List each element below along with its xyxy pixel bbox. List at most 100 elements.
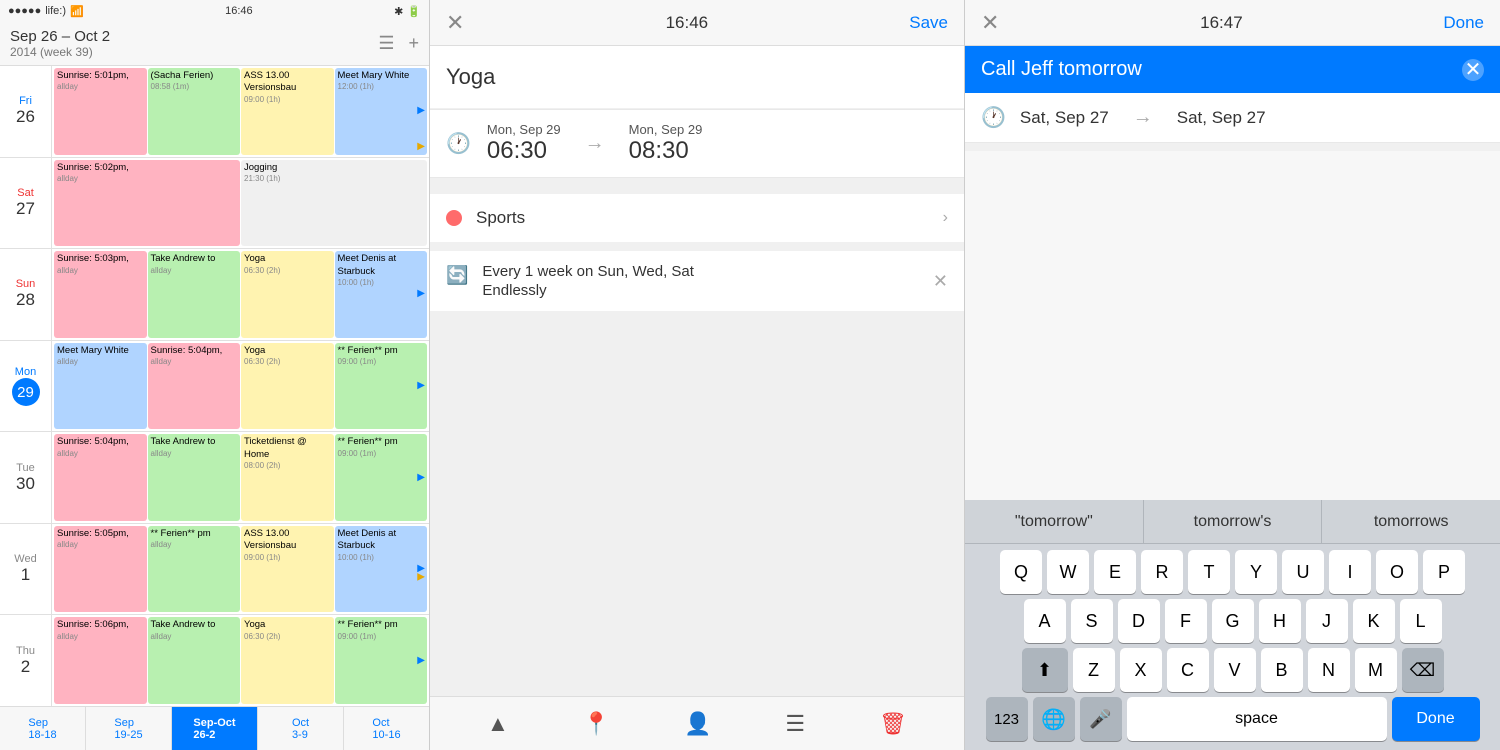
key-m[interactable]: M — [1355, 648, 1397, 692]
event-ferien2-wed[interactable]: ** Ferien** pmallday — [148, 526, 241, 613]
event-mary-mon[interactable]: Meet Mary Whiteallday — [54, 343, 147, 430]
key-l[interactable]: L — [1400, 599, 1442, 643]
close-button[interactable]: ✕ — [446, 10, 464, 36]
day-of-week: Fri — [19, 95, 32, 107]
note-close-button[interactable]: ✕ — [981, 10, 999, 36]
key-z[interactable]: Z — [1073, 648, 1115, 692]
end-time-item[interactable]: Mon, Sep 29 08:30 — [629, 122, 703, 165]
clear-input-button[interactable]: ✕ — [1462, 59, 1484, 81]
footer-week1[interactable]: Sep18-18 — [0, 707, 86, 750]
add-event-icon[interactable]: + — [408, 33, 419, 54]
key-c[interactable]: C — [1167, 648, 1209, 692]
done-key[interactable]: Done — [1392, 697, 1480, 741]
key-e[interactable]: E — [1094, 550, 1136, 594]
event-yoga-mon[interactable]: Yoga06:30 (2h) — [241, 343, 334, 430]
event-sunrise-wed[interactable]: Sunrise: 5:05pm,allday — [54, 526, 147, 613]
key-h[interactable]: H — [1259, 599, 1301, 643]
key-t[interactable]: T — [1188, 550, 1230, 594]
event-ticket-tue[interactable]: Ticketdienst @ Home08:00 (2h) — [241, 434, 334, 521]
event-yoga-sun[interactable]: Yoga06:30 (2h) — [241, 251, 334, 338]
event-sacha-fri[interactable]: (Sacha Ferien)08:58 (1m) — [148, 68, 241, 155]
key-s[interactable]: S — [1071, 599, 1113, 643]
alarm-icon[interactable]: ▲ — [487, 711, 509, 737]
footer-week3[interactable]: Sep-Oct26-2 — [172, 707, 258, 750]
event-sunrise-mon[interactable]: Sunrise: 5:04pm,allday — [148, 343, 241, 430]
key-b[interactable]: B — [1261, 648, 1303, 692]
event-sunrise-sat[interactable]: Sunrise: 5:02pm,allday — [54, 160, 240, 247]
note-start-item[interactable]: Sat, Sep 27 — [1020, 108, 1109, 128]
mic-key[interactable]: 🎤 — [1080, 697, 1122, 741]
event-ferien-mon[interactable]: ** Ferien** pm09:00 (1m) ▶ — [335, 343, 428, 430]
note-end-item[interactable]: Sat, Sep 27 — [1177, 108, 1266, 128]
num-key[interactable]: 123 — [986, 697, 1028, 741]
day-label-sun[interactable]: Sun 28 — [0, 249, 52, 340]
day-of-month: 26 — [16, 107, 35, 127]
key-j[interactable]: J — [1306, 599, 1348, 643]
event-yoga-thu[interactable]: Yoga06:30 (2h) — [241, 617, 334, 704]
key-x[interactable]: X — [1120, 648, 1162, 692]
event-title-input[interactable] — [446, 64, 948, 90]
note-time-section[interactable]: 🕐 Sat, Sep 27 → Sat, Sep 27 — [965, 93, 1500, 143]
suggestion-possessive[interactable]: tomorrow's — [1144, 500, 1323, 543]
key-u[interactable]: U — [1282, 550, 1324, 594]
key-a[interactable]: A — [1024, 599, 1066, 643]
backspace-key[interactable]: ⌫ — [1402, 648, 1444, 692]
event-ass-fri[interactable]: ASS 13.00 Versionsbau09:00 (1h) — [241, 68, 334, 155]
key-d[interactable]: D — [1118, 599, 1160, 643]
contact-icon[interactable]: 👤 — [684, 711, 711, 737]
day-label-mon[interactable]: Mon 29 — [0, 341, 52, 432]
key-k[interactable]: K — [1353, 599, 1395, 643]
space-key[interactable]: space — [1127, 697, 1387, 741]
event-denis-sun[interactable]: Meet Denis at Starbuck10:00 (1h) ▶ — [335, 251, 428, 338]
event-andrew-thu[interactable]: Take Andrew toallday — [148, 617, 241, 704]
key-y[interactable]: Y — [1235, 550, 1277, 594]
note-done-button[interactable]: Done — [1443, 13, 1484, 33]
key-w[interactable]: W — [1047, 550, 1089, 594]
start-time-item[interactable]: Mon, Sep 29 06:30 — [487, 122, 561, 165]
day-label-tue[interactable]: Tue 30 — [0, 432, 52, 523]
delete-icon[interactable]: 🗑 — [879, 711, 907, 737]
event-mary-fri[interactable]: Meet Mary White12:00 (1h) ▶ ▶ — [335, 68, 428, 155]
event-sunrise-sun[interactable]: Sunrise: 5:03pm,allday — [54, 251, 147, 338]
event-sunrise-thu[interactable]: Sunrise: 5:06pm,allday — [54, 617, 147, 704]
menu-icon[interactable]: ☰ — [378, 33, 394, 54]
event-andrew-sun[interactable]: Take Andrew toallday — [148, 251, 241, 338]
key-r[interactable]: R — [1141, 550, 1183, 594]
key-p[interactable]: P — [1423, 550, 1465, 594]
key-i[interactable]: I — [1329, 550, 1371, 594]
footer-week4[interactable]: Oct3-9 — [258, 707, 344, 750]
event-denis-wed[interactable]: Meet Denis at Starbuck10:00 (1h) ▶ ▶ — [335, 526, 428, 613]
day-label-wed[interactable]: Wed 1 — [0, 524, 52, 615]
event-ferien-tue[interactable]: ** Ferien** pm09:00 (1m) ▶ — [335, 434, 428, 521]
event-sunrise-fri[interactable]: Sunrise: 5:01pm,allday — [54, 68, 147, 155]
event-jogging-sat[interactable]: Jogging21:30 (1h) — [241, 160, 427, 247]
repeat-row[interactable]: 🔄 Every 1 week on Sun, Wed, Sat Endlessl… — [430, 251, 964, 311]
day-label-fri[interactable]: Fri 26 — [0, 66, 52, 157]
location-icon[interactable]: 📍 — [583, 711, 610, 737]
footer-week5[interactable]: Oct10-16 — [344, 707, 429, 750]
key-q[interactable]: Q — [1000, 550, 1042, 594]
footer-week2[interactable]: Sep19-25 — [86, 707, 172, 750]
event-time-section[interactable]: 🕐 Mon, Sep 29 06:30 → Mon, Sep 29 08:30 — [430, 109, 964, 178]
shift-key[interactable]: ⬆ — [1022, 648, 1068, 692]
note-text-input[interactable] — [981, 58, 1452, 81]
repeat-close-button[interactable]: ✕ — [933, 271, 948, 292]
suggestion-plural[interactable]: tomorrows — [1322, 500, 1500, 543]
key-o[interactable]: O — [1376, 550, 1418, 594]
event-ferien-thu[interactable]: ** Ferien** pm09:00 (1m) ▶ — [335, 617, 428, 704]
day-label-thu[interactable]: Thu 2 — [0, 615, 52, 706]
event-ass-wed[interactable]: ASS 13.00 Versionsbau09:00 (1h) — [241, 526, 334, 613]
event-sunrise-tue[interactable]: Sunrise: 5:04pm,allday — [54, 434, 147, 521]
key-f[interactable]: F — [1165, 599, 1207, 643]
day-label-sat[interactable]: Sat 27 — [0, 158, 52, 249]
calendar-row[interactable]: Sports › — [430, 194, 964, 242]
notes-icon[interactable]: ☰ — [785, 711, 805, 737]
save-button[interactable]: Save — [909, 13, 948, 33]
calendar-row-sat: Sat 27 Sunrise: 5:02pm,allday Jogging21:… — [0, 158, 429, 250]
key-g[interactable]: G — [1212, 599, 1254, 643]
globe-key[interactable]: 🌐 — [1033, 697, 1075, 741]
key-n[interactable]: N — [1308, 648, 1350, 692]
suggestion-quoted[interactable]: "tomorrow" — [965, 500, 1144, 543]
event-andrew-tue[interactable]: Take Andrew toallday — [148, 434, 241, 521]
key-v[interactable]: V — [1214, 648, 1256, 692]
